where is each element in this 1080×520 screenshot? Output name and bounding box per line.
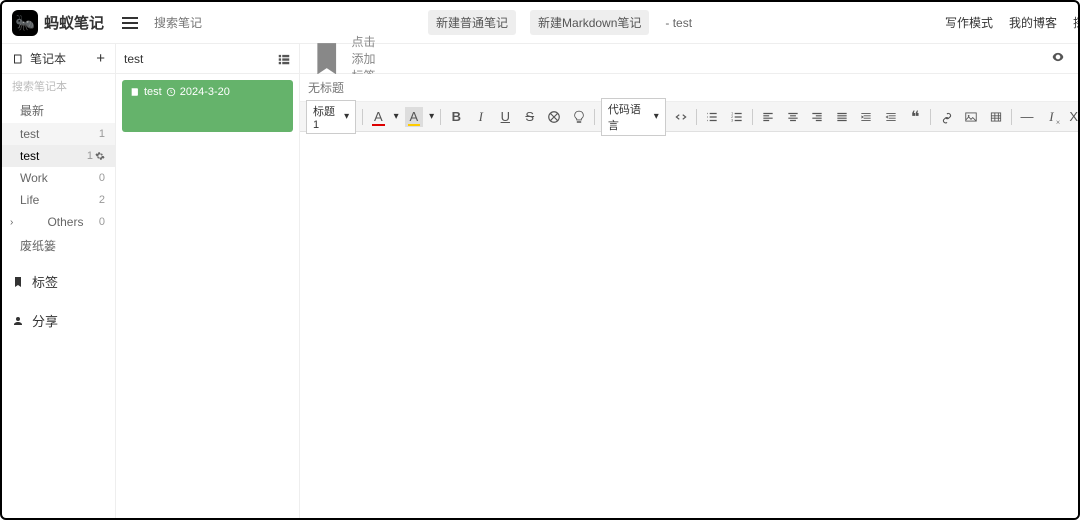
align-left-button[interactable] bbox=[759, 107, 777, 127]
sidebar-item-others[interactable]: › Others0 bbox=[2, 211, 115, 233]
sidebar-item-latest[interactable]: 最新 bbox=[2, 98, 115, 123]
user-icon bbox=[12, 315, 24, 327]
sidebar-title: 笔记本 bbox=[30, 50, 66, 67]
new-markdown-note-button[interactable]: 新建Markdown笔记 bbox=[530, 10, 649, 35]
bookmark-icon bbox=[12, 276, 24, 288]
editor-body[interactable] bbox=[300, 132, 1080, 518]
new-normal-note-button[interactable]: 新建普通笔记 bbox=[428, 10, 516, 35]
align-center-button[interactable] bbox=[784, 107, 802, 127]
gear-icon[interactable] bbox=[95, 151, 105, 161]
heading-select[interactable]: 标题1▾ bbox=[306, 100, 356, 134]
subscript-button[interactable]: X2 bbox=[1067, 107, 1080, 127]
note-list-title: test bbox=[124, 52, 143, 66]
note-title-input[interactable] bbox=[308, 74, 1080, 101]
sidebar: 笔记本 + 搜索笔记本 最新 test1 test1 Work0 Life2 ›… bbox=[2, 44, 116, 518]
add-notebook-icon[interactable]: + bbox=[96, 50, 105, 67]
outdent-button[interactable] bbox=[881, 107, 899, 127]
editor-toolbar: 标题1▾ A▾ A▾ B I U S 代码语言▾ 123 bbox=[300, 102, 1080, 132]
align-right-button[interactable] bbox=[808, 107, 826, 127]
sidebar-item-test-active[interactable]: test1 bbox=[2, 145, 115, 167]
clear-format-button[interactable] bbox=[545, 107, 563, 127]
list-view-icon[interactable] bbox=[277, 52, 291, 66]
tag-icon bbox=[308, 40, 345, 77]
table-button[interactable] bbox=[986, 107, 1004, 127]
code-language-select[interactable]: 代码语言▾ bbox=[601, 98, 666, 136]
sidebar-item-trash[interactable]: 废纸篓 bbox=[2, 233, 115, 258]
notebook-icon bbox=[12, 53, 24, 65]
sidebar-tags[interactable]: 标签 bbox=[2, 266, 115, 297]
remove-format-button[interactable]: I× bbox=[1042, 107, 1060, 127]
clock-icon bbox=[166, 87, 176, 97]
app-name: 蚂蚁笔记 bbox=[44, 12, 104, 33]
sidebar-item-life[interactable]: Life2 bbox=[2, 189, 115, 211]
note-card[interactable]: test 2024-3-20 bbox=[122, 80, 293, 132]
strikethrough-button[interactable]: S bbox=[521, 107, 539, 127]
breadcrumb: - test bbox=[665, 16, 692, 30]
sidebar-share[interactable]: 分享 bbox=[2, 305, 115, 336]
highlight-button[interactable]: A bbox=[405, 107, 423, 127]
note-card-date: 2024-3-20 bbox=[180, 86, 230, 98]
bulb-icon[interactable] bbox=[569, 107, 587, 127]
list-ol-button[interactable]: 123 bbox=[728, 107, 746, 127]
align-justify-button[interactable] bbox=[833, 107, 851, 127]
app-logo[interactable]: 🐜 蚂蚁笔记 bbox=[12, 10, 104, 36]
underline-button[interactable]: U bbox=[496, 107, 514, 127]
list-ul-button[interactable] bbox=[703, 107, 721, 127]
link-button[interactable] bbox=[937, 107, 955, 127]
editor-pane: 点击添加标签 ? 标题1▾ bbox=[300, 44, 1080, 518]
note-icon bbox=[130, 87, 140, 97]
quote-button[interactable]: ❝ bbox=[906, 107, 924, 127]
bold-button[interactable]: B bbox=[447, 107, 465, 127]
note-card-title: test bbox=[144, 86, 162, 98]
search-input[interactable] bbox=[148, 12, 288, 34]
image-button[interactable] bbox=[962, 107, 980, 127]
nav-explore[interactable]: 探索 bbox=[1073, 14, 1080, 31]
font-color-button[interactable]: A bbox=[369, 107, 387, 127]
sidebar-item-test[interactable]: test1 bbox=[2, 123, 115, 145]
chevron-right-icon: › bbox=[10, 217, 13, 228]
indent-button[interactable] bbox=[857, 107, 875, 127]
preview-icon[interactable] bbox=[1051, 50, 1065, 67]
note-list-pane: test test 2024-3-20 bbox=[116, 44, 300, 518]
italic-button[interactable]: I bbox=[472, 107, 490, 127]
app-header: 🐜 蚂蚁笔记 新建普通笔记 新建Markdown笔记 - test 写作模式 我… bbox=[2, 2, 1080, 44]
svg-text:3: 3 bbox=[731, 118, 733, 122]
hr-button[interactable]: — bbox=[1018, 107, 1036, 127]
nav-my-blog[interactable]: 我的博客 bbox=[1009, 14, 1057, 31]
sidebar-search[interactable]: 搜索笔记本 bbox=[2, 74, 115, 98]
code-button[interactable] bbox=[672, 107, 690, 127]
sidebar-item-work[interactable]: Work0 bbox=[2, 167, 115, 189]
menu-icon[interactable] bbox=[122, 15, 138, 31]
nav-writing-mode[interactable]: 写作模式 bbox=[945, 14, 993, 31]
